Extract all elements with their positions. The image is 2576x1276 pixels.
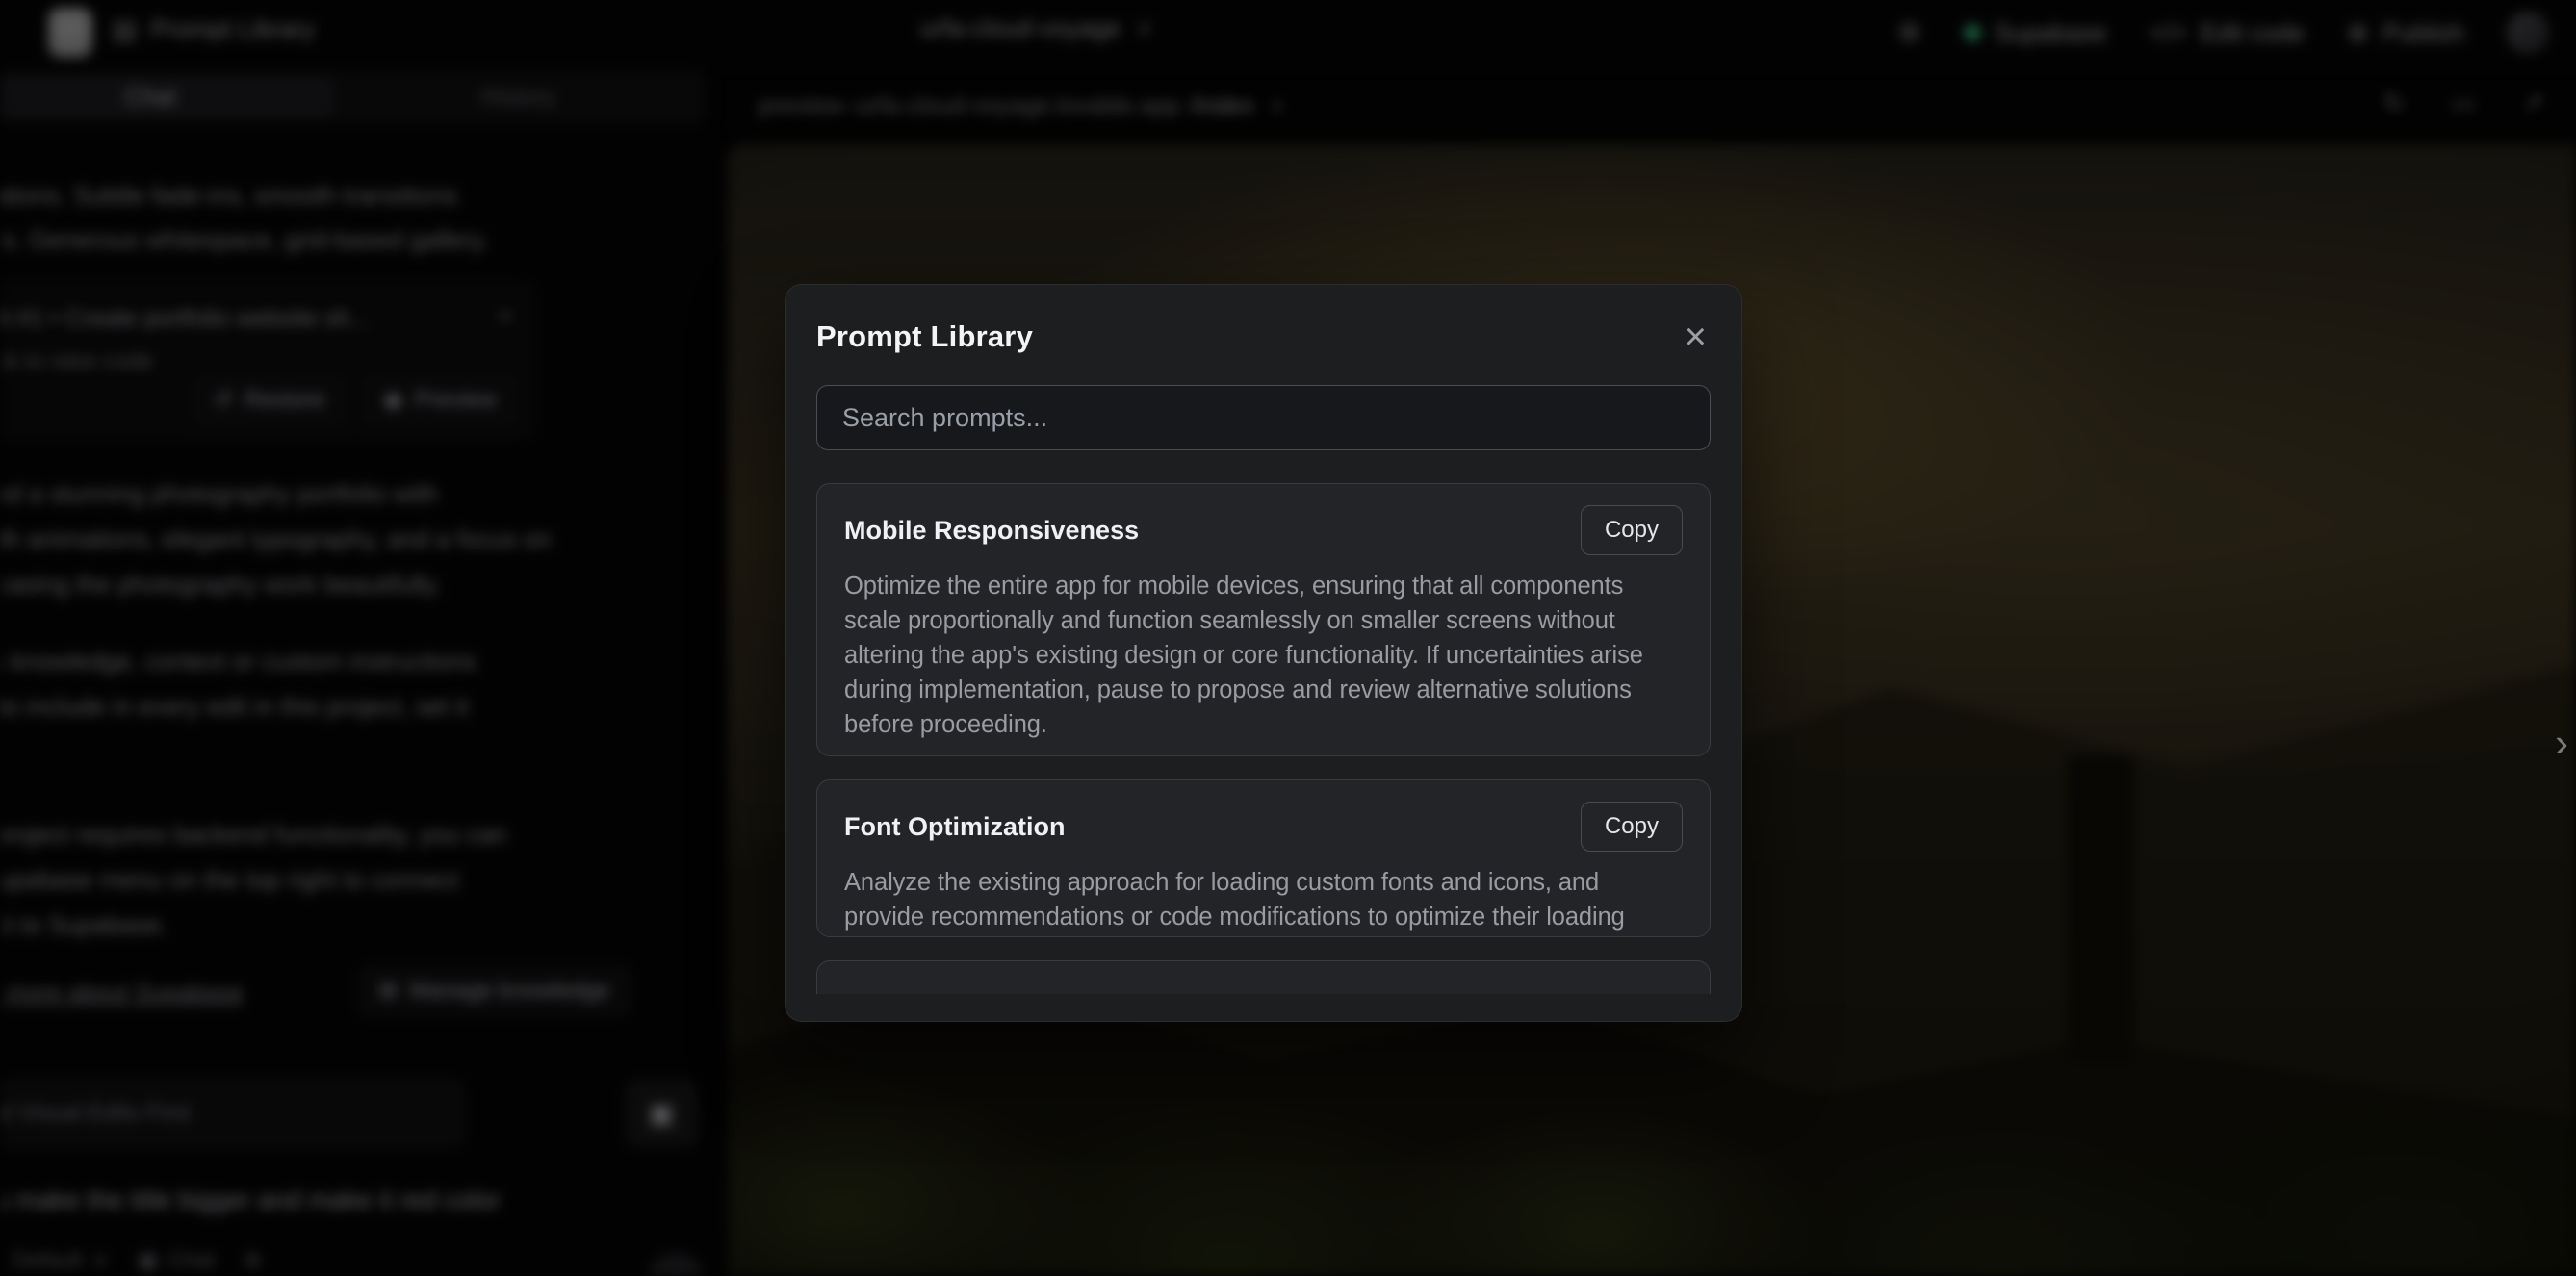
copy-button[interactable]: Copy bbox=[1581, 802, 1683, 852]
search-prompts-input[interactable] bbox=[816, 385, 1711, 450]
prompt-card-title: Font Optimization bbox=[844, 812, 1065, 842]
prompt-card-description: Analyze the existing approach for loadin… bbox=[844, 865, 1683, 937]
modal-close-button[interactable]: × bbox=[1681, 322, 1711, 351]
prompt-card-font-optimization[interactable]: Font Optimization Copy Analyze the exist… bbox=[816, 779, 1711, 937]
panel-drag-handle[interactable]: › bbox=[2555, 720, 2568, 766]
copy-button[interactable]: Copy bbox=[1581, 505, 1683, 555]
prompt-card-mobile-responsiveness[interactable]: Mobile Responsiveness Copy Optimize the … bbox=[816, 483, 1711, 756]
prompt-card-partial[interactable] bbox=[816, 960, 1711, 994]
prompt-card-title: Mobile Responsiveness bbox=[844, 516, 1139, 546]
modal-header: Prompt Library × bbox=[816, 316, 1711, 358]
screen: ▤ Prompt Library urfa-cloud-voyage ∨ ⚙ S… bbox=[0, 0, 2576, 1276]
modal-title: Prompt Library bbox=[816, 319, 1033, 354]
prompt-card-description: Optimize the entire app for mobile devic… bbox=[844, 569, 1683, 742]
prompt-library-modal: Prompt Library × Mobile Responsiveness C… bbox=[785, 284, 1742, 1022]
chevron-right-icon: › bbox=[2555, 720, 2568, 765]
prompt-card-list: Mobile Responsiveness Copy Optimize the … bbox=[816, 483, 1711, 994]
